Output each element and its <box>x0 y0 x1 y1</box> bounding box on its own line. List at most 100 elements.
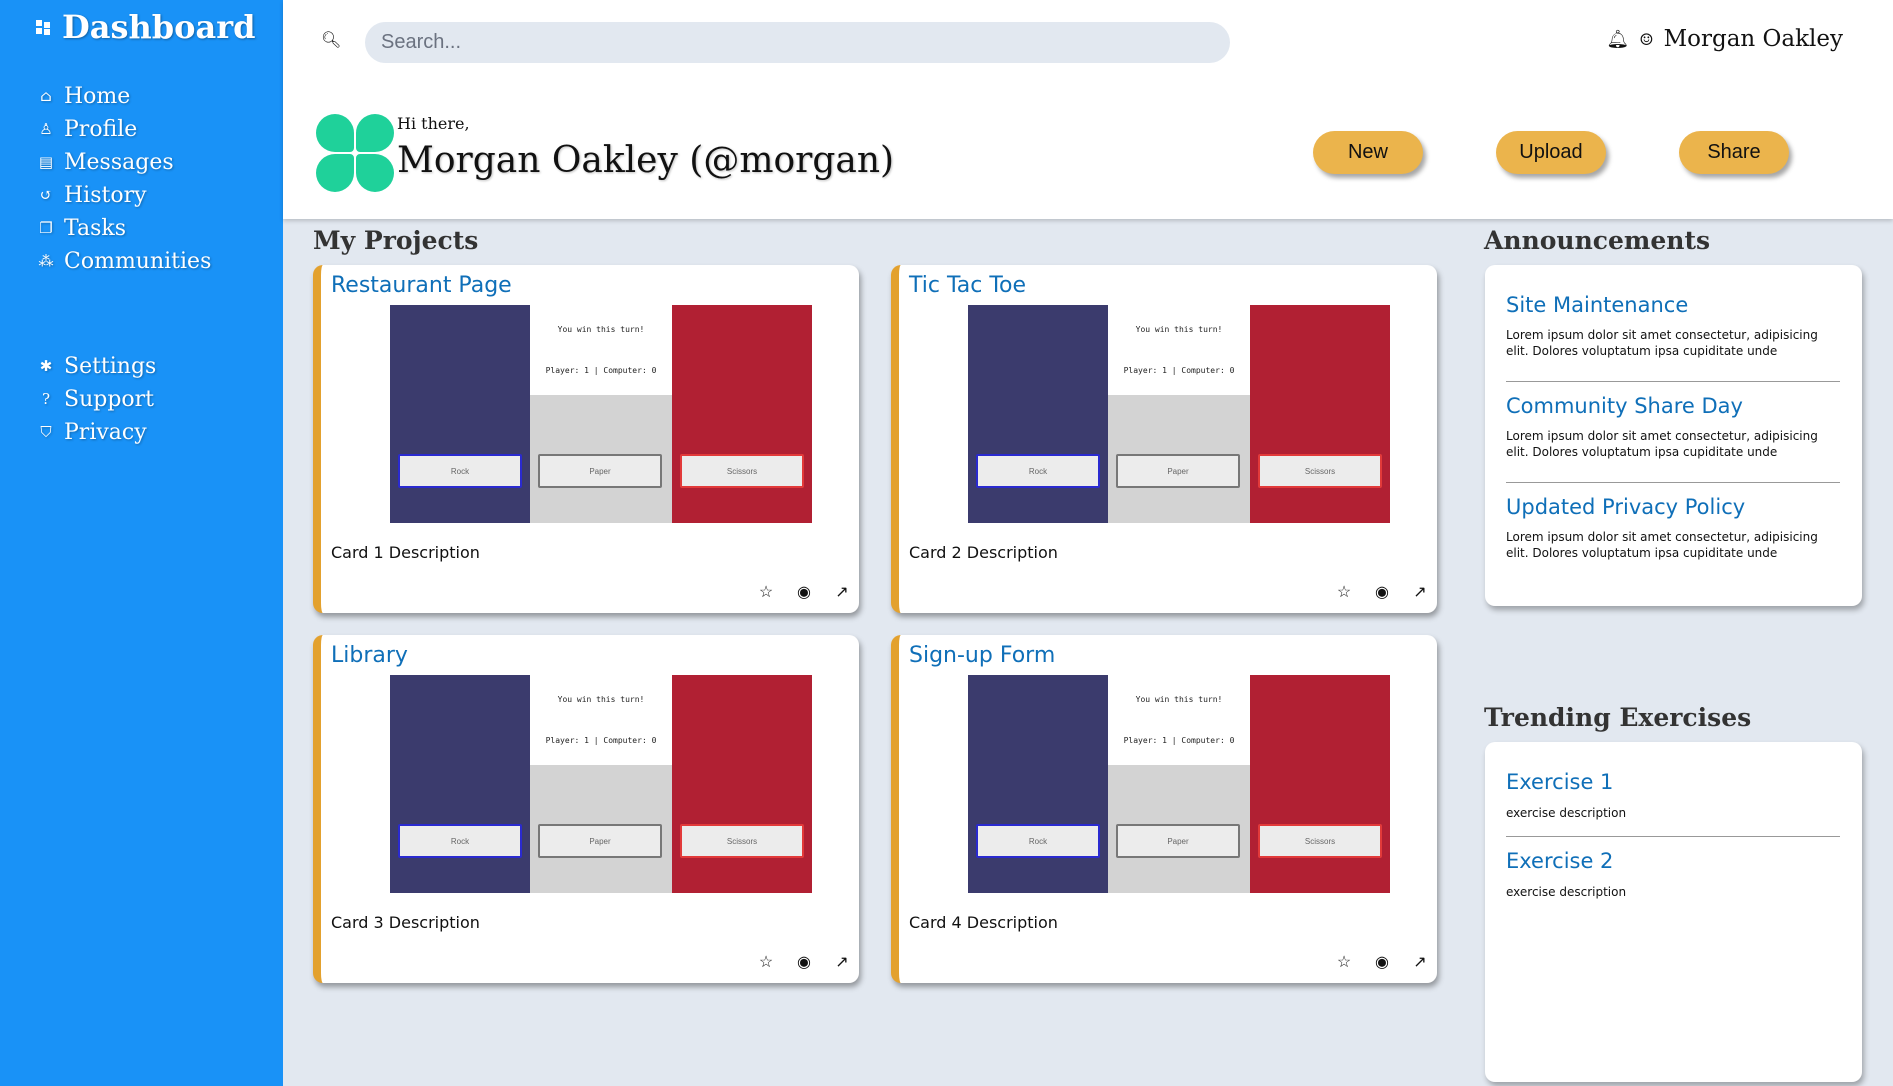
header-user-name[interactable]: Morgan Oakley <box>1664 26 1843 52</box>
sidebar-item-history[interactable]: ↺ History <box>38 179 211 212</box>
exercise-item: Exercise 2 exercise description <box>1485 849 1862 899</box>
card-actions: ☆ ◉ ↗ <box>1334 583 1430 603</box>
star-icon[interactable]: ☆ <box>756 953 776 973</box>
sidebar-item-label: Settings <box>64 354 157 379</box>
preview-rock-button: Rock <box>976 454 1100 488</box>
user-icon[interactable]: ☺ <box>1639 30 1653 49</box>
exercise-title[interactable]: Exercise 2 <box>1506 849 1840 873</box>
sidebar-item-label: Tasks <box>64 216 126 241</box>
external-link-icon[interactable]: ↗ <box>832 953 852 973</box>
history-icon: ↺ <box>39 186 53 204</box>
divider <box>1506 836 1840 837</box>
announcement-title[interactable]: Site Maintenance <box>1506 293 1840 317</box>
card-description: Card 4 Description <box>909 913 1058 932</box>
preview-scoreboard: You win this turn! Player: 1 | Computer:… <box>1108 305 1250 395</box>
dashboard-icon <box>36 19 52 35</box>
upload-button[interactable]: Upload <box>1496 131 1606 174</box>
exercise-description: exercise description <box>1506 806 1627 820</box>
search-icon[interactable]: 🔍︎ <box>321 30 341 50</box>
sidebar: Dashboard ⌂ Home ♙ Profile ▤ Messages ↺ … <box>0 0 283 1086</box>
eye-icon[interactable]: ◉ <box>1372 583 1392 603</box>
dashboard-title[interactable]: Dashboard <box>36 8 255 46</box>
announcement-item: Updated Privacy Policy Lorem ipsum dolor… <box>1485 495 1862 561</box>
sidebar-item-communities[interactable]: ⁂ Communities <box>38 245 212 278</box>
shield-icon: ⛉ <box>40 423 52 441</box>
share-button[interactable]: Share <box>1679 131 1789 174</box>
card-title[interactable]: Restaurant Page <box>331 273 512 298</box>
announcements-panel: Site Maintenance Lorem ipsum dolor sit a… <box>1485 265 1862 606</box>
card-title[interactable]: Library <box>331 643 408 668</box>
star-icon[interactable]: ☆ <box>1334 583 1354 603</box>
sidebar-item-support[interactable]: ? Support <box>38 383 156 416</box>
help-icon: ? <box>41 390 51 408</box>
card-title[interactable]: Tic Tac Toe <box>909 273 1026 298</box>
preview-paper-button: Paper <box>538 824 662 858</box>
external-link-icon[interactable]: ↗ <box>1410 953 1430 973</box>
project-preview-image: Rock You win this turn! Player: 1 | Comp… <box>390 305 812 523</box>
communities-icon: ⁂ <box>38 252 54 270</box>
project-preview-image: Rock You win this turn! Player: 1 | Comp… <box>968 305 1390 523</box>
project-card[interactable]: Restaurant Page Rock You win this turn! … <box>313 265 859 613</box>
preview-paper-button: Paper <box>538 454 662 488</box>
projects-heading: My Projects <box>313 226 479 255</box>
preview-scissors-button: Scissors <box>1258 824 1382 858</box>
sidebar-item-label: Messages <box>64 150 174 175</box>
eye-icon[interactable]: ◉ <box>794 583 814 603</box>
preview-status-text: You win this turn! <box>557 695 645 704</box>
project-card[interactable]: Library Rock You win this turn! Player: … <box>313 635 859 983</box>
sidebar-item-privacy[interactable]: ⛉ Privacy <box>38 416 156 449</box>
preview-status-text: You win this turn! <box>1135 325 1223 334</box>
trending-heading: Trending Exercises <box>1484 703 1752 732</box>
new-button[interactable]: New <box>1313 131 1423 174</box>
sidebar-item-profile[interactable]: ♙ Profile <box>38 113 211 146</box>
preview-score-text: Player: 1 | Computer: 0 <box>545 366 657 375</box>
preview-score-text: Player: 1 | Computer: 0 <box>545 736 657 745</box>
divider <box>1506 482 1840 483</box>
card-title[interactable]: Sign-up Form <box>909 643 1055 668</box>
announcements-heading: Announcements <box>1484 226 1711 255</box>
preview-paper-button: Paper <box>1116 824 1240 858</box>
card-actions: ☆ ◉ ↗ <box>756 583 852 603</box>
preview-scoreboard: You win this turn! Player: 1 | Computer:… <box>530 675 672 765</box>
project-card[interactable]: Sign-up Form Rock You win this turn! Pla… <box>891 635 1437 983</box>
sidebar-item-home[interactable]: ⌂ Home <box>38 80 211 113</box>
tasks-icon: ❐ <box>39 219 53 237</box>
sidebar-item-tasks[interactable]: ❐ Tasks <box>38 212 211 245</box>
star-icon[interactable]: ☆ <box>1334 953 1354 973</box>
announcement-item: Site Maintenance Lorem ipsum dolor sit a… <box>1485 293 1862 359</box>
header: 🔍︎ 🔔︎ ☺ Morgan Oakley Hi there, Morgan O… <box>283 0 1893 219</box>
external-link-icon[interactable]: ↗ <box>1410 583 1430 603</box>
announcement-title[interactable]: Updated Privacy Policy <box>1506 495 1840 519</box>
preview-status-text: You win this turn! <box>1135 695 1223 704</box>
exercise-item: Exercise 1 exercise description <box>1485 770 1862 820</box>
greeting-text: Hi there, <box>397 114 470 133</box>
preview-scissors-button: Scissors <box>1258 454 1382 488</box>
external-link-icon[interactable]: ↗ <box>832 583 852 603</box>
preview-rock-button: Rock <box>976 824 1100 858</box>
eye-icon[interactable]: ◉ <box>794 953 814 973</box>
header-user: 🔔︎ ☺ Morgan Oakley <box>1606 26 1843 52</box>
profile-icon: ♙ <box>39 120 53 138</box>
exercise-title[interactable]: Exercise 1 <box>1506 770 1840 794</box>
preview-status-text: You win this turn! <box>557 325 645 334</box>
preview-scissors-button: Scissors <box>680 454 804 488</box>
sidebar-item-messages[interactable]: ▤ Messages <box>38 146 211 179</box>
project-card[interactable]: Tic Tac Toe Rock You win this turn! Play… <box>891 265 1437 613</box>
avatar <box>316 114 394 192</box>
preview-scoreboard: You win this turn! Player: 1 | Computer:… <box>1108 675 1250 765</box>
star-icon[interactable]: ☆ <box>756 583 776 603</box>
trending-panel: Exercise 1 exercise description Exercise… <box>1485 742 1862 1082</box>
search-input[interactable] <box>365 22 1230 63</box>
sidebar-main-nav: ⌂ Home ♙ Profile ▤ Messages ↺ History ❐ … <box>38 80 212 278</box>
announcement-body: Lorem ipsum dolor sit amet consectetur, … <box>1506 429 1818 459</box>
sidebar-item-settings[interactable]: ✱ Settings <box>38 350 157 383</box>
card-actions: ☆ ◉ ↗ <box>756 953 852 973</box>
card-description: Card 1 Description <box>331 543 480 562</box>
project-preview-image: Rock You win this turn! Player: 1 | Comp… <box>968 675 1390 893</box>
eye-icon[interactable]: ◉ <box>1372 953 1392 973</box>
announcement-title[interactable]: Community Share Day <box>1506 394 1840 418</box>
preview-rock-button: Rock <box>398 824 522 858</box>
bell-icon[interactable]: 🔔︎ <box>1606 29 1629 50</box>
card-description: Card 3 Description <box>331 913 480 932</box>
user-display-name: Morgan Oakley (@morgan) <box>397 140 895 181</box>
